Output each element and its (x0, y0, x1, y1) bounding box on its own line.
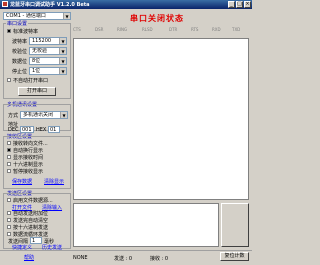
maximize-button[interactable]: □ (236, 1, 243, 8)
recv-to-file-checkbox[interactable] (7, 141, 11, 145)
chevron-down-icon: ▼ (59, 38, 66, 44)
interval-input[interactable]: 1 (30, 237, 42, 244)
hex-send-label: 按十六进制发送 (13, 225, 49, 231)
pin-label: RING (117, 27, 128, 32)
stopbits-select[interactable]: 1位 ▼ (29, 67, 67, 75)
hex-label: HEX (36, 127, 47, 133)
append-bits-label: 自动发送附加位 (13, 211, 49, 217)
pin-indicator: RING (117, 27, 139, 33)
send-button[interactable] (221, 203, 249, 247)
databits-value: 8位 (32, 58, 41, 64)
file-source-label: 启用文件数据源... (13, 198, 53, 204)
multi-mode-value: 多机通讯关闭 (23, 112, 54, 118)
databits-label: 数据位 (12, 59, 28, 65)
pin-label: RTS (191, 27, 199, 32)
hex-value: 01 (50, 127, 57, 133)
save-data-link[interactable]: 保存数据 (12, 178, 32, 185)
pin-indicator: RLSD (142, 27, 164, 33)
show-time-label: 显示接收时间 (13, 155, 44, 161)
standard-baud-label: 标准波特率 (13, 29, 39, 35)
receive-display-area[interactable] (73, 38, 249, 200)
send-input-area[interactable] (73, 203, 219, 247)
dec-input[interactable]: 001 (20, 126, 34, 133)
pin-label: CTS (73, 27, 81, 32)
pin-label: RLSD (142, 27, 153, 32)
standard-baud-checkbox[interactable] (7, 29, 11, 33)
hex-display-label: 十六进制显示 (13, 162, 44, 168)
parity-select[interactable]: 无校验 ▼ (29, 47, 67, 55)
mode-label: 方式 (8, 113, 19, 119)
minimize-button[interactable]: _ (228, 1, 235, 8)
auto-open-label: 不自动打开串口 (13, 78, 49, 84)
pin-label: TXD (232, 27, 241, 32)
app-icon (2, 1, 8, 7)
hex-input[interactable]: 01 (48, 126, 60, 133)
title-bar: 龙蓝牙串口调试助手 V1.2.0 Beta _ □ × (0, 0, 252, 9)
pause-display-checkbox[interactable] (7, 169, 11, 173)
port-settings-title: 串口设置 (6, 20, 29, 27)
port-select-value: COM1 - 通信端口 (6, 13, 46, 19)
show-time-checkbox[interactable] (7, 155, 11, 159)
auto-clear-checkbox[interactable] (7, 218, 11, 222)
loop-send-checkbox[interactable] (7, 232, 11, 236)
port-status-text: 串口关闭状态 (130, 14, 184, 23)
window-title: 龙蓝牙串口调试助手 V1.2.0 Beta (10, 2, 90, 8)
auto-wrap-label: 自动换行显示 (13, 148, 44, 154)
port-select[interactable]: COM1 - 通信端口 ▼ (3, 12, 71, 20)
pin-label: DTR (169, 27, 178, 32)
clear-display-link[interactable]: 清除显示 (44, 178, 64, 185)
auto-wrap-checkbox[interactable] (7, 148, 11, 152)
baud-select[interactable]: 115200 ▼ (29, 37, 67, 45)
file-source-checkbox[interactable] (7, 198, 11, 202)
hex-send-checkbox[interactable] (7, 225, 11, 229)
databits-select[interactable]: 8位 ▼ (29, 57, 67, 65)
baud-value: 115200 (32, 38, 52, 44)
baud-label: 波特率 (12, 39, 28, 45)
pin-indicator: TXD (232, 27, 251, 33)
chevron-down-icon: ▼ (59, 48, 66, 54)
close-button[interactable]: × (244, 1, 251, 8)
pin-indicator: RTS (191, 27, 210, 33)
auto-open-checkbox[interactable] (7, 78, 11, 82)
pin-indicator: CTS (73, 27, 92, 33)
auto-clear-label: 发送完自动清空 (13, 218, 49, 224)
multi-mode-select[interactable]: 多机通讯关闭 ▼ (20, 111, 68, 119)
pin-label: RXD (212, 27, 221, 32)
chevron-down-icon: ▼ (63, 13, 70, 19)
open-port-button[interactable]: 打开串口 (18, 87, 56, 96)
pin-label: DSR (95, 27, 104, 32)
recv-count: 接收 : 0 (150, 256, 169, 262)
recv-to-file-label: 接收转向文件... (13, 141, 48, 147)
pin-indicator: DTR (169, 27, 188, 33)
stopbits-value: 1位 (32, 68, 41, 74)
chevron-down-icon: ▼ (59, 58, 66, 64)
pause-display-label: 暂停接收显示 (13, 169, 44, 175)
status-none: NONE (73, 255, 88, 261)
pin-indicator: RXD (212, 27, 231, 33)
stopbits-label: 停止位 (12, 69, 28, 75)
reset-count-button[interactable]: 复位计数 (220, 252, 249, 261)
parity-label: 校验位 (12, 49, 28, 55)
chevron-down-icon: ▼ (60, 112, 67, 118)
pin-indicator-bar: CTS DSR RING RLSD DTR RTS RXD TXD (73, 27, 249, 37)
sent-count: 发送 : 0 (114, 256, 133, 262)
hex-display-checkbox[interactable] (7, 162, 11, 166)
append-bits-checkbox[interactable] (7, 211, 11, 215)
parity-value: 无校验 (32, 48, 48, 54)
chevron-down-icon: ▼ (59, 68, 66, 74)
pin-indicator: DSR (95, 27, 114, 33)
